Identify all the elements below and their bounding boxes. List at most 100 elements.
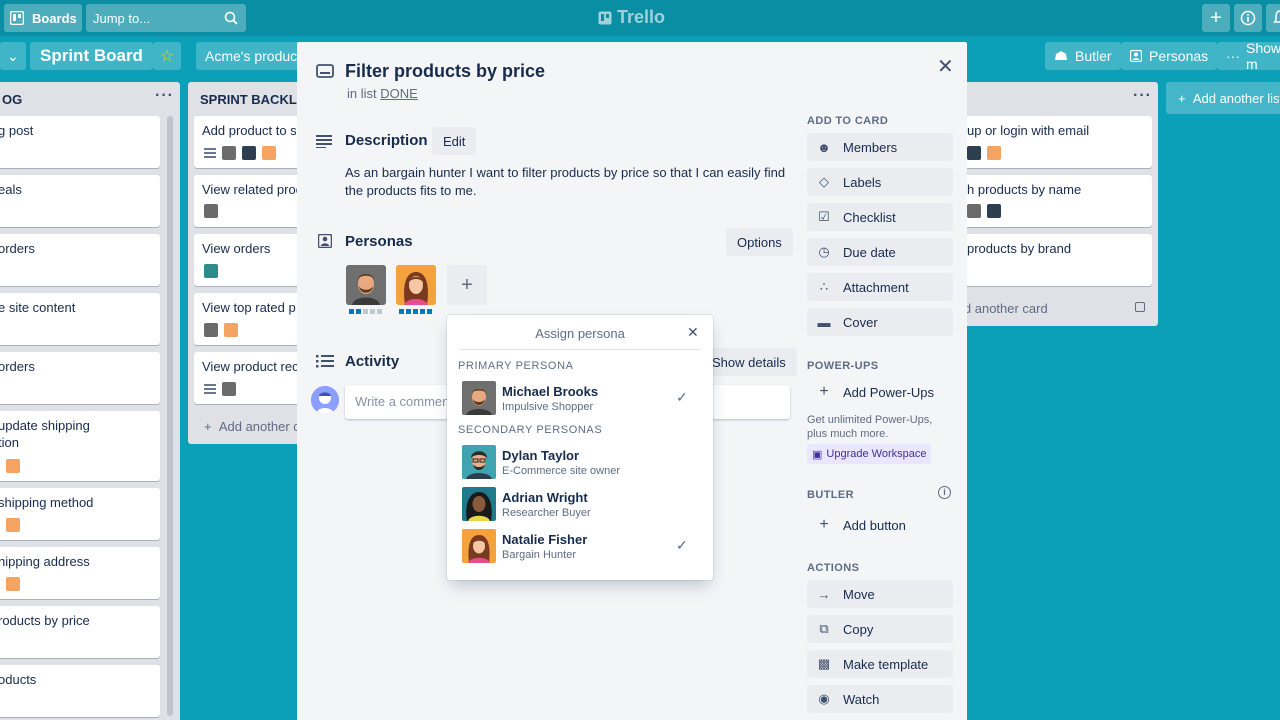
tag-icon: ◇	[819, 174, 829, 189]
card-badges	[967, 204, 1001, 218]
due-date-button[interactable]: ◷ Due date	[807, 238, 953, 266]
list-card[interactable]: hipping address	[0, 547, 160, 599]
personas-button[interactable]: Personas	[1121, 42, 1218, 70]
add-power-ups-button[interactable]: + Add Power-Ups	[807, 383, 935, 400]
show-label: Show m	[1246, 40, 1280, 72]
persona-dots	[399, 309, 432, 314]
member-avatar	[987, 204, 1001, 218]
card-badges	[6, 459, 20, 473]
personas-options-button[interactable]: Options	[726, 228, 793, 256]
notifications-button[interactable]	[1266, 4, 1280, 32]
card-badges	[204, 204, 218, 218]
labels-label: Labels	[843, 174, 882, 190]
persona-avatar-michael[interactable]	[346, 265, 386, 305]
add-button-button[interactable]: + Add button	[807, 516, 906, 533]
members-label: Members	[843, 139, 898, 155]
add-button-label: Add button	[843, 517, 906, 533]
butler-button[interactable]: Butler	[1045, 42, 1121, 70]
copy-button[interactable]: ⧉ Copy	[807, 615, 953, 643]
add-persona-button[interactable]: +	[447, 265, 487, 305]
persona-option-michael[interactable]: Michael Brooks Impulsive Shopper ✓	[462, 381, 702, 415]
star-button[interactable]: ☆	[153, 42, 181, 70]
add-power-ups-label: Add Power-Ups	[843, 384, 935, 400]
add-list-button[interactable]: + Add another list	[1166, 82, 1280, 114]
jump-to-search[interactable]: Jump to...	[86, 4, 246, 32]
card-title[interactable]: Filter products by price	[345, 61, 545, 82]
trello-logo[interactable]: Trello	[598, 7, 665, 28]
persona-name: Natalie Fisher	[502, 532, 588, 547]
close-icon[interactable]: ✕	[687, 324, 699, 341]
eye-icon: ◉	[818, 691, 830, 706]
more-icon: ···	[1226, 48, 1240, 64]
check-icon: ✓	[676, 537, 688, 553]
add-card-button[interactable]: + Add another c	[204, 419, 300, 434]
description-heading: Description	[345, 132, 428, 149]
list-card[interactable]: products by brand	[951, 234, 1152, 286]
list-scrollbar[interactable]	[167, 116, 173, 716]
create-button[interactable]: +	[1202, 4, 1230, 32]
members-button[interactable]: ☻ Members	[807, 133, 953, 161]
member-avatar	[967, 204, 981, 218]
list-card[interactable]: eals	[0, 175, 160, 227]
persona-option-dylan[interactable]: Dylan Taylor E-Commerce site owner	[462, 445, 702, 479]
member-avatar	[987, 146, 1001, 160]
boards-button[interactable]: Boards	[4, 4, 82, 32]
primary-persona-heading: PRIMARY PERSONA	[458, 360, 574, 372]
list-card[interactable]: update shipping tion	[0, 411, 160, 481]
checklist-label: Checklist	[843, 209, 896, 225]
show-details-button[interactable]: Show details	[701, 348, 797, 376]
template-icon[interactable]	[1135, 302, 1145, 312]
make-template-button[interactable]: ▩ Make template	[807, 650, 953, 678]
attachment-button[interactable]: ∴ Attachment	[807, 273, 953, 301]
show-menu-button[interactable]: ··· Show m	[1217, 40, 1280, 72]
card-badges	[204, 264, 218, 278]
list-card[interactable]: h products by name	[951, 175, 1152, 227]
list-card[interactable]: roducts by price	[0, 606, 160, 658]
assign-persona-popup: Assign persona ✕ PRIMARY PERSONA Michael…	[447, 315, 713, 580]
list-menu-icon[interactable]: ···	[155, 87, 174, 105]
info-icon[interactable]: i	[938, 486, 951, 499]
info-button[interactable]	[1234, 4, 1262, 32]
card-badges	[204, 146, 276, 160]
add-card-button[interactable]: ld another card	[961, 301, 1048, 316]
persona-icon	[1130, 50, 1142, 62]
persona-option-natalie[interactable]: Natalie Fisher Bargain Hunter ✓	[462, 529, 702, 563]
card-badges	[204, 382, 236, 396]
chevron-down-icon: ⌄	[7, 47, 19, 64]
watch-button[interactable]: ◉ Watch	[807, 685, 953, 713]
list-card[interactable]: oducts	[0, 665, 160, 717]
board-switcher-button[interactable]: ⌄	[0, 42, 26, 70]
list-menu-icon[interactable]: ···	[1133, 87, 1152, 105]
list-card[interactable]: orders	[0, 234, 160, 286]
list-card[interactable]: e site content	[0, 293, 160, 345]
close-icon[interactable]: ✕	[937, 54, 954, 79]
popup-title: Assign persona	[535, 326, 625, 341]
list-card[interactable]: up or login with email	[951, 116, 1152, 168]
checklist-button[interactable]: ☑ Checklist	[807, 203, 953, 231]
member-avatar	[242, 146, 256, 160]
add-card-label: Add another c	[218, 419, 300, 434]
boards-icon	[10, 11, 24, 25]
edit-description-button[interactable]: Edit	[432, 127, 477, 155]
list-card[interactable]: shipping method	[0, 488, 160, 540]
boards-label: Boards	[32, 10, 77, 26]
persona-icon	[318, 234, 332, 248]
labels-button[interactable]: ◇ Labels	[807, 168, 953, 196]
list-link[interactable]: DONE	[380, 86, 418, 101]
add-list-label: Add another list	[1192, 90, 1280, 106]
description-text[interactable]: As an bargain hunter I want to filter pr…	[345, 164, 795, 200]
board-title[interactable]: Sprint Board	[30, 42, 153, 70]
move-button[interactable]: → Move	[807, 580, 953, 608]
list-card[interactable]: orders	[0, 352, 160, 404]
member-avatar	[224, 323, 238, 337]
upgrade-workspace-button[interactable]: ▣ Upgrade Workspace	[807, 444, 932, 464]
persona-option-adrian[interactable]: Adrian Wright Researcher Buyer	[462, 487, 702, 521]
member-avatar	[967, 146, 981, 160]
workspace-button[interactable]: Acme's product	[196, 42, 306, 70]
card-badges	[6, 577, 20, 591]
jump-placeholder: Jump to...	[93, 10, 151, 26]
in-list-prefix: in list	[347, 86, 377, 101]
list-card[interactable]: g post	[0, 116, 160, 168]
cover-button[interactable]: ▬ Cover	[807, 308, 953, 336]
persona-avatar-natalie[interactable]	[396, 265, 436, 305]
